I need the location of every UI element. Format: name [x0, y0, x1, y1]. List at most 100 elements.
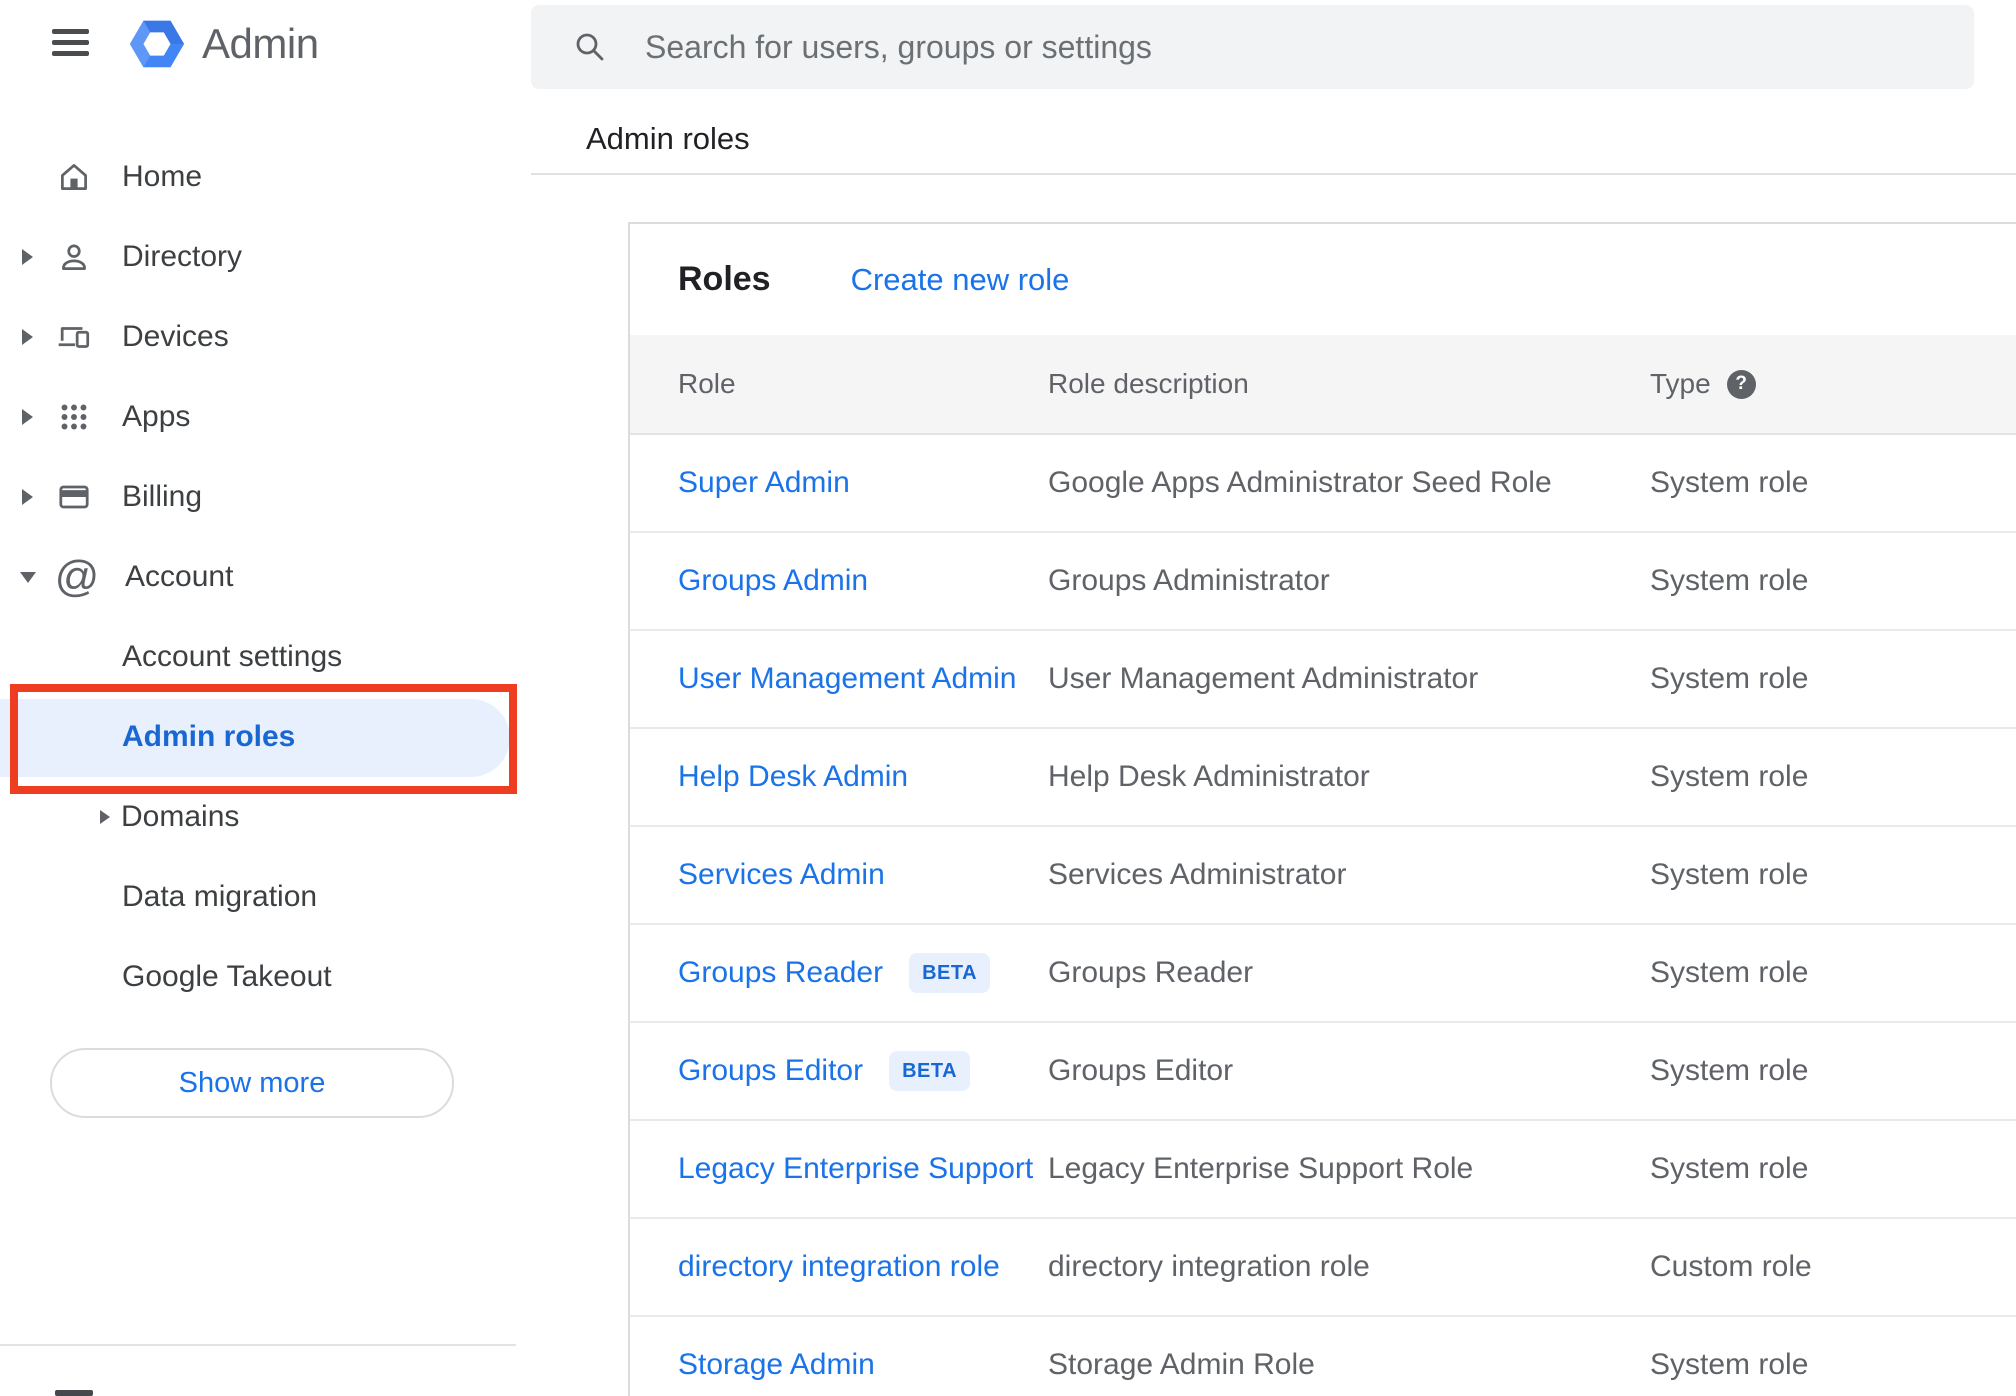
- table-row: Groups Editor BETA Groups Editor System …: [630, 1023, 2016, 1121]
- sidebar-item-google-takeout[interactable]: Google Takeout: [0, 937, 531, 1017]
- role-description: Google Apps Administrator Seed Role: [1048, 466, 1552, 499]
- expand-caret-icon[interactable]: [22, 409, 33, 425]
- sidebar-item-account-settings[interactable]: Account settings: [0, 617, 531, 697]
- table-row: Groups Admin Groups Administrator System…: [630, 533, 2016, 631]
- table-row: Super Admin Google Apps Administrator Se…: [630, 435, 2016, 533]
- sidebar-divider: [0, 1344, 516, 1346]
- column-header-type: Type ?: [1650, 368, 2016, 400]
- column-header-role: Role: [678, 368, 736, 399]
- expand-caret-icon[interactable]: [100, 810, 110, 824]
- at-sign-icon: @: [54, 552, 100, 601]
- role-description: Help Desk Administrator: [1048, 760, 1370, 793]
- beta-badge: BETA: [909, 953, 991, 993]
- role-type: System role: [1650, 466, 1809, 499]
- sidebar-item-label: Home: [122, 160, 203, 193]
- role-description: Groups Reader: [1048, 956, 1254, 989]
- card-title: Roles: [678, 260, 771, 298]
- sidebar-item-label: Account settings: [122, 640, 343, 673]
- show-more-button[interactable]: Show more: [50, 1048, 454, 1118]
- logo-text: Admin: [202, 20, 319, 67]
- table-row: User Management Admin User Management Ad…: [630, 631, 2016, 729]
- role-link[interactable]: directory integration role: [678, 1250, 1000, 1284]
- help-icon[interactable]: ?: [1726, 369, 1756, 399]
- sidebar-item-label: Apps: [122, 400, 191, 433]
- roles-card-header: Roles Create new role: [630, 224, 2016, 335]
- role-description: User Management Administrator: [1048, 662, 1479, 695]
- sidebar-item-domains[interactable]: Domains: [0, 777, 531, 857]
- admin-logo[interactable]: Admin: [128, 14, 319, 74]
- role-type: System role: [1650, 1348, 1809, 1381]
- sidebar-item-label: Devices: [122, 320, 229, 353]
- header-divider: [531, 173, 2016, 175]
- role-type: System role: [1650, 564, 1809, 597]
- role-type: System role: [1650, 1054, 1809, 1087]
- sidebar-item-label: Admin roles: [122, 720, 296, 753]
- role-type: System role: [1650, 662, 1809, 695]
- beta-badge: BETA: [889, 1051, 971, 1091]
- sidebar-item-home[interactable]: Home: [0, 137, 531, 217]
- table-row: Services Admin Services Administrator Sy…: [630, 827, 2016, 925]
- role-description: Storage Admin Role: [1048, 1348, 1315, 1381]
- role-description: directory integration role: [1048, 1250, 1370, 1283]
- admin-hexagon-icon: [129, 20, 185, 68]
- person-icon: [54, 234, 94, 280]
- table-row: Legacy Enterprise Support Legacy Enterpr…: [630, 1121, 2016, 1219]
- roles-table-body: Super Admin Google Apps Administrator Se…: [630, 435, 2016, 1396]
- sidebar-item-directory[interactable]: Directory: [0, 217, 531, 297]
- table-row: Storage Admin Storage Admin Role System …: [630, 1317, 2016, 1396]
- search-input[interactable]: [531, 5, 1974, 89]
- main-content: Admin roles Roles Create new role Role R…: [531, 0, 2016, 1396]
- column-header-description: Role description: [1048, 368, 1249, 399]
- sidebar-item-label: Billing: [122, 480, 203, 513]
- role-description: Legacy Enterprise Support Role: [1048, 1152, 1474, 1185]
- role-type: System role: [1650, 1152, 1809, 1185]
- role-type: Custom role: [1650, 1250, 1812, 1283]
- role-link[interactable]: Legacy Enterprise Support: [678, 1152, 1033, 1186]
- google-admin-console: Admin Home Directory Devices Apps Billin…: [0, 0, 2016, 1396]
- column-header-type-label: Type: [1650, 368, 1711, 399]
- hamburger-menu-icon[interactable]: [52, 29, 89, 56]
- role-type: System role: [1650, 760, 1809, 793]
- cut-off-icon: [55, 1390, 93, 1396]
- role-link[interactable]: Groups Editor: [678, 1054, 863, 1088]
- expand-caret-icon[interactable]: [22, 329, 33, 345]
- sidebar-item-label: Domains: [121, 800, 240, 833]
- role-type: System role: [1650, 956, 1809, 989]
- devices-icon: [54, 314, 94, 360]
- sidebar-item-apps[interactable]: Apps: [0, 377, 531, 457]
- table-row: Groups Reader BETA Groups Reader System …: [630, 925, 2016, 1023]
- sidebar: Admin Home Directory Devices Apps Billin…: [0, 0, 531, 1396]
- sidebar-item-label: Data migration: [122, 880, 318, 913]
- role-type: System role: [1650, 858, 1809, 891]
- role-link[interactable]: Storage Admin: [678, 1348, 875, 1382]
- create-new-role-link[interactable]: Create new role: [851, 262, 1070, 298]
- collapse-caret-icon[interactable]: [20, 571, 36, 583]
- breadcrumb: Admin roles: [586, 121, 750, 156]
- expand-caret-icon[interactable]: [22, 489, 33, 505]
- sidebar-item-data-migration[interactable]: Data migration: [0, 857, 531, 937]
- table-header-row: Role Role description Type ?: [630, 335, 2016, 435]
- role-link[interactable]: Groups Admin: [678, 564, 868, 598]
- table-row: Help Desk Admin Help Desk Administrator …: [630, 729, 2016, 827]
- sidebar-item-label: Directory: [122, 240, 243, 273]
- role-link[interactable]: Help Desk Admin: [678, 760, 908, 794]
- search-bar[interactable]: [531, 5, 1974, 89]
- sidebar-item-billing[interactable]: Billing: [0, 457, 531, 537]
- role-link[interactable]: Services Admin: [678, 858, 885, 892]
- role-description: Groups Administrator: [1048, 564, 1330, 597]
- roles-card: Roles Create new role Role Role descript…: [628, 222, 2016, 1396]
- sidebar-item-label: Account: [125, 560, 234, 593]
- role-link[interactable]: User Management Admin: [678, 662, 1017, 696]
- sidebar-item-account[interactable]: @ Account: [0, 537, 531, 617]
- apps-grid-icon: [54, 394, 94, 440]
- sidebar-item-devices[interactable]: Devices: [0, 297, 531, 377]
- role-description: Services Administrator: [1048, 858, 1347, 891]
- credit-card-icon: [54, 474, 94, 520]
- table-row: directory integration role directory int…: [630, 1219, 2016, 1317]
- role-link[interactable]: Super Admin: [678, 466, 850, 500]
- expand-caret-icon[interactable]: [22, 249, 33, 265]
- sidebar-item-admin-roles[interactable]: Admin roles: [0, 697, 531, 777]
- role-link[interactable]: Groups Reader: [678, 956, 883, 990]
- sidebar-item-label: Google Takeout: [122, 960, 332, 993]
- role-description: Groups Editor: [1048, 1054, 1234, 1087]
